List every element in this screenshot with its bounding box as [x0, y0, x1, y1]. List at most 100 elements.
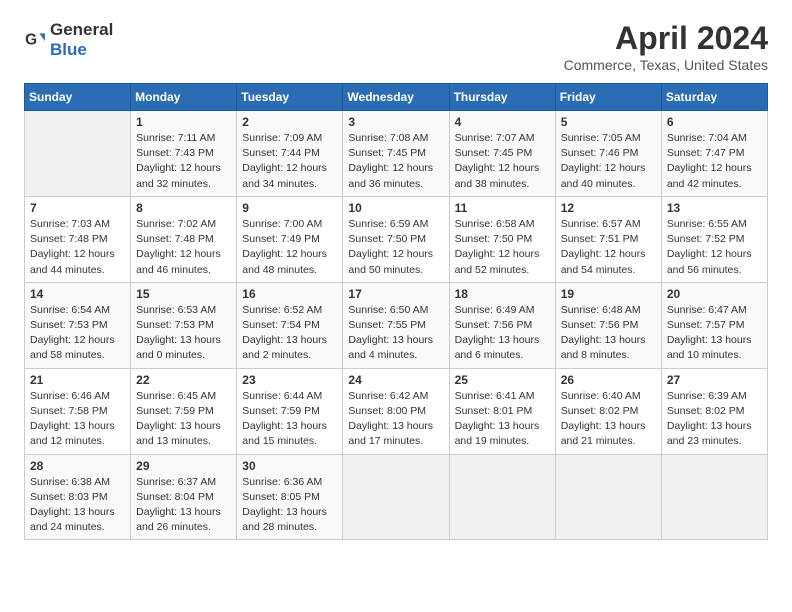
logo-text: General Blue	[50, 20, 113, 60]
day-header-thursday: Thursday	[449, 84, 555, 111]
calendar-cell: 13 Sunrise: 6:55 AM Sunset: 7:52 PM Dayli…	[661, 196, 767, 282]
day-info: Sunrise: 7:02 AM Sunset: 7:48 PM Dayligh…	[136, 217, 231, 278]
day-number: 16	[242, 287, 337, 301]
calendar-cell	[343, 454, 449, 540]
day-info: Sunrise: 7:05 AM Sunset: 7:46 PM Dayligh…	[561, 131, 656, 192]
calendar-cell: 11 Sunrise: 6:58 AM Sunset: 7:50 PM Dayli…	[449, 196, 555, 282]
logo-blue: Blue	[50, 40, 87, 59]
day-info: Sunrise: 6:52 AM Sunset: 7:54 PM Dayligh…	[242, 303, 337, 364]
calendar-cell: 19 Sunrise: 6:48 AM Sunset: 7:56 PM Dayli…	[555, 282, 661, 368]
day-number: 4	[455, 115, 550, 129]
day-info: Sunrise: 7:03 AM Sunset: 7:48 PM Dayligh…	[30, 217, 125, 278]
calendar-week-3: 14Sunrise: 6:54 AM Sunset: 7:53 PM Dayli…	[25, 282, 768, 368]
subtitle: Commerce, Texas, United States	[564, 57, 768, 73]
calendar-cell	[449, 454, 555, 540]
day-number: 17	[348, 287, 443, 301]
calendar-cell: 4 Sunrise: 7:07 AM Sunset: 7:45 PM Daylig…	[449, 111, 555, 197]
calendar-cell: 1 Sunrise: 7:11 AM Sunset: 7:43 PM Daylig…	[131, 111, 237, 197]
calendar-cell: 21 Sunrise: 6:46 AM Sunset: 7:58 PM Dayli…	[25, 368, 131, 454]
calendar-week-2: 7 Sunrise: 7:03 AM Sunset: 7:48 PM Daylig…	[25, 196, 768, 282]
calendar-cell: 23Sunrise: 6:44 AM Sunset: 7:59 PM Dayli…	[237, 368, 343, 454]
calendar-cell: 3Sunrise: 7:08 AM Sunset: 7:45 PM Daylig…	[343, 111, 449, 197]
day-number: 13	[667, 201, 762, 215]
day-info: Sunrise: 7:07 AM Sunset: 7:45 PM Dayligh…	[455, 131, 550, 192]
calendar-cell: 2 Sunrise: 7:09 AM Sunset: 7:44 PM Daylig…	[237, 111, 343, 197]
calendar-cell: 12Sunrise: 6:57 AM Sunset: 7:51 PM Dayli…	[555, 196, 661, 282]
calendar-cell: 7 Sunrise: 7:03 AM Sunset: 7:48 PM Daylig…	[25, 196, 131, 282]
calendar-cell: 26 Sunrise: 6:40 AM Sunset: 8:02 PM Dayli…	[555, 368, 661, 454]
day-number: 18	[455, 287, 550, 301]
calendar-cell: 17 Sunrise: 6:50 AM Sunset: 7:55 PM Dayli…	[343, 282, 449, 368]
day-info: Sunrise: 6:54 AM Sunset: 7:53 PM Dayligh…	[30, 303, 125, 364]
day-info: Sunrise: 6:49 AM Sunset: 7:56 PM Dayligh…	[455, 303, 550, 364]
day-info: Sunrise: 6:45 AM Sunset: 7:59 PM Dayligh…	[136, 389, 231, 450]
logo: G General Blue	[24, 20, 113, 60]
calendar-body: 1 Sunrise: 7:11 AM Sunset: 7:43 PM Daylig…	[25, 111, 768, 540]
calendar-cell: 27 Sunrise: 6:39 AM Sunset: 8:02 PM Dayli…	[661, 368, 767, 454]
day-info: Sunrise: 7:09 AM Sunset: 7:44 PM Dayligh…	[242, 131, 337, 192]
calendar-header-row: SundayMondayTuesdayWednesdayThursdayFrid…	[25, 84, 768, 111]
title-block: April 2024 Commerce, Texas, United State…	[564, 20, 768, 73]
day-info: Sunrise: 6:36 AM Sunset: 8:05 PM Dayligh…	[242, 475, 337, 536]
calendar-cell: 10Sunrise: 6:59 AM Sunset: 7:50 PM Dayli…	[343, 196, 449, 282]
day-number: 9	[242, 201, 337, 215]
day-number: 23	[242, 373, 337, 387]
calendar-week-1: 1 Sunrise: 7:11 AM Sunset: 7:43 PM Daylig…	[25, 111, 768, 197]
calendar-cell: 28Sunrise: 6:38 AM Sunset: 8:03 PM Dayli…	[25, 454, 131, 540]
logo-general: General	[50, 20, 113, 39]
day-info: Sunrise: 6:53 AM Sunset: 7:53 PM Dayligh…	[136, 303, 231, 364]
day-info: Sunrise: 6:47 AM Sunset: 7:57 PM Dayligh…	[667, 303, 762, 364]
day-number: 27	[667, 373, 762, 387]
day-header-friday: Friday	[555, 84, 661, 111]
day-number: 25	[455, 373, 550, 387]
day-info: Sunrise: 7:11 AM Sunset: 7:43 PM Dayligh…	[136, 131, 231, 192]
day-info: Sunrise: 6:37 AM Sunset: 8:04 PM Dayligh…	[136, 475, 231, 536]
day-header-wednesday: Wednesday	[343, 84, 449, 111]
day-info: Sunrise: 7:04 AM Sunset: 7:47 PM Dayligh…	[667, 131, 762, 192]
day-info: Sunrise: 6:58 AM Sunset: 7:50 PM Dayligh…	[455, 217, 550, 278]
day-info: Sunrise: 7:00 AM Sunset: 7:49 PM Dayligh…	[242, 217, 337, 278]
calendar-cell: 30 Sunrise: 6:36 AM Sunset: 8:05 PM Dayli…	[237, 454, 343, 540]
main-title: April 2024	[564, 20, 768, 57]
day-number: 11	[455, 201, 550, 215]
day-info: Sunrise: 6:46 AM Sunset: 7:58 PM Dayligh…	[30, 389, 125, 450]
day-number: 26	[561, 373, 656, 387]
day-number: 19	[561, 287, 656, 301]
day-info: Sunrise: 6:55 AM Sunset: 7:52 PM Dayligh…	[667, 217, 762, 278]
day-number: 8	[136, 201, 231, 215]
day-number: 21	[30, 373, 125, 387]
day-header-sunday: Sunday	[25, 84, 131, 111]
calendar-cell: 18 Sunrise: 6:49 AM Sunset: 7:56 PM Dayli…	[449, 282, 555, 368]
day-number: 20	[667, 287, 762, 301]
day-number: 1	[136, 115, 231, 129]
day-info: Sunrise: 6:39 AM Sunset: 8:02 PM Dayligh…	[667, 389, 762, 450]
day-info: Sunrise: 6:50 AM Sunset: 7:55 PM Dayligh…	[348, 303, 443, 364]
day-number: 30	[242, 459, 337, 473]
day-number: 2	[242, 115, 337, 129]
logo-icon: G	[24, 29, 46, 51]
day-header-saturday: Saturday	[661, 84, 767, 111]
calendar-week-5: 28Sunrise: 6:38 AM Sunset: 8:03 PM Dayli…	[25, 454, 768, 540]
page-header: G General Blue April 2024 Commerce, Texa…	[24, 20, 768, 73]
calendar-cell: 6Sunrise: 7:04 AM Sunset: 7:47 PM Daylig…	[661, 111, 767, 197]
day-info: Sunrise: 7:08 AM Sunset: 7:45 PM Dayligh…	[348, 131, 443, 192]
calendar-week-4: 21 Sunrise: 6:46 AM Sunset: 7:58 PM Dayli…	[25, 368, 768, 454]
day-number: 7	[30, 201, 125, 215]
day-number: 15	[136, 287, 231, 301]
day-number: 5	[561, 115, 656, 129]
calendar-cell: 8 Sunrise: 7:02 AM Sunset: 7:48 PM Daylig…	[131, 196, 237, 282]
calendar-cell	[25, 111, 131, 197]
calendar-cell	[555, 454, 661, 540]
calendar-cell: 29Sunrise: 6:37 AM Sunset: 8:04 PM Dayli…	[131, 454, 237, 540]
day-number: 28	[30, 459, 125, 473]
calendar-cell	[661, 454, 767, 540]
day-info: Sunrise: 6:42 AM Sunset: 8:00 PM Dayligh…	[348, 389, 443, 450]
day-number: 10	[348, 201, 443, 215]
calendar-cell: 9 Sunrise: 7:00 AM Sunset: 7:49 PM Daylig…	[237, 196, 343, 282]
day-number: 24	[348, 373, 443, 387]
day-info: Sunrise: 6:48 AM Sunset: 7:56 PM Dayligh…	[561, 303, 656, 364]
day-info: Sunrise: 6:41 AM Sunset: 8:01 PM Dayligh…	[455, 389, 550, 450]
day-info: Sunrise: 6:40 AM Sunset: 8:02 PM Dayligh…	[561, 389, 656, 450]
calendar-cell: 22Sunrise: 6:45 AM Sunset: 7:59 PM Dayli…	[131, 368, 237, 454]
calendar-cell: 5 Sunrise: 7:05 AM Sunset: 7:46 PM Daylig…	[555, 111, 661, 197]
